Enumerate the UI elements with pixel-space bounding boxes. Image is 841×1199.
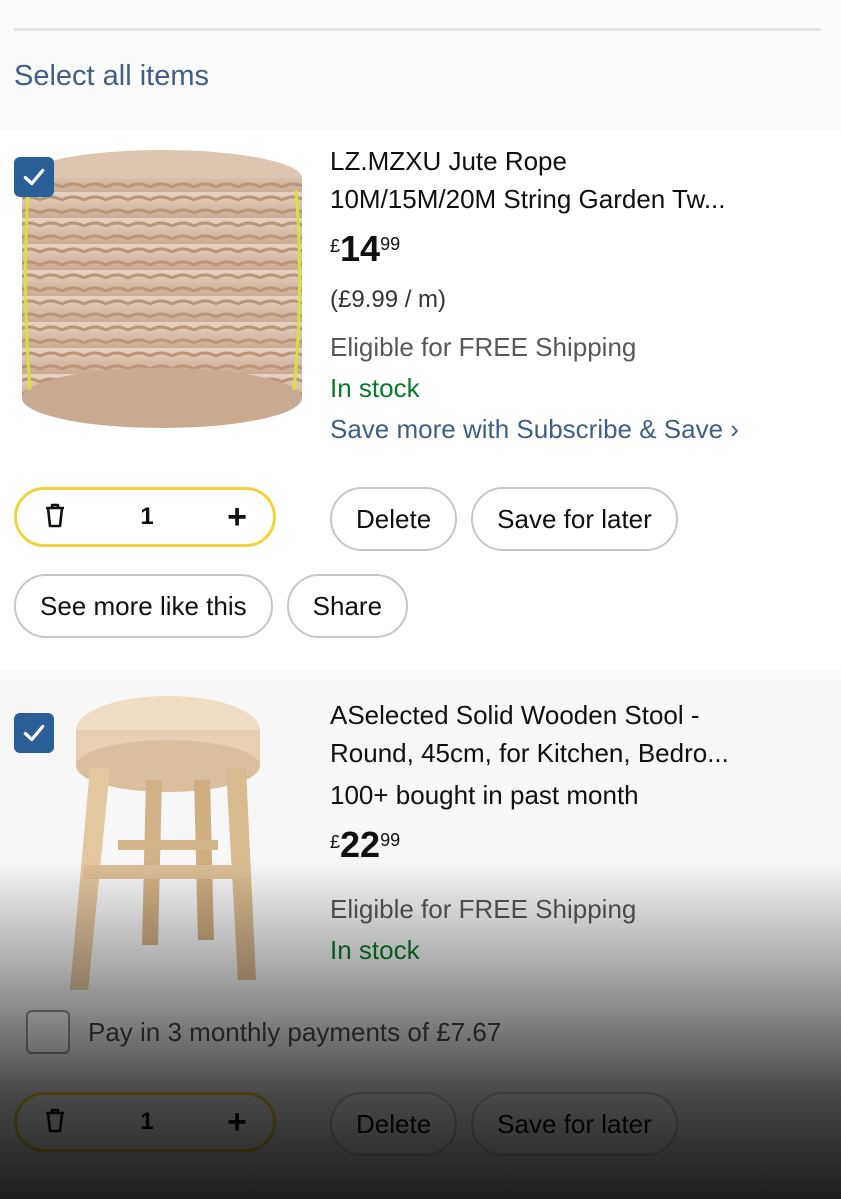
item-title-line: LZ.MZXU Jute Rope bbox=[330, 146, 567, 176]
item-checkbox[interactable] bbox=[14, 157, 54, 197]
stock-status: In stock bbox=[330, 373, 420, 403]
price-fraction: 99 bbox=[380, 234, 401, 254]
item-info: ASelected Solid Wooden Stool - Round, 45… bbox=[330, 696, 825, 966]
item-title[interactable]: ASelected Solid Wooden Stool - Round, 45… bbox=[330, 696, 825, 772]
price-whole: 14 bbox=[340, 228, 381, 269]
price-fraction: 99 bbox=[380, 830, 401, 850]
cart-page: Select all items LZ.MZXU Jute Rope 10M/1… bbox=[0, 0, 841, 1199]
checkmark-icon bbox=[23, 724, 45, 742]
item-title-line: 10M/15M/20M String Garden Tw... bbox=[330, 184, 726, 214]
cart-item: ASelected Solid Wooden Stool - Round, 45… bbox=[0, 680, 841, 1199]
plus-icon[interactable]: + bbox=[227, 1105, 247, 1139]
shipping-eligibility: Eligible for FREE Shipping bbox=[330, 894, 637, 924]
save-for-later-button[interactable]: Save for later bbox=[471, 1092, 678, 1156]
item-secondary-actions: See more like this Share bbox=[14, 574, 409, 638]
wooden-stool-image[interactable] bbox=[18, 690, 306, 990]
subscribe-save-link[interactable]: Save more with Subscribe & Save › bbox=[330, 414, 825, 445]
quantity-value: 1 bbox=[140, 503, 154, 530]
installment-checkbox[interactable] bbox=[26, 1010, 70, 1054]
installment-option: Pay in 3 monthly payments of £7.67 bbox=[26, 1010, 501, 1054]
item-price: £ 22 99 bbox=[330, 824, 825, 876]
price-currency: £ bbox=[330, 832, 341, 852]
item-checkbox[interactable] bbox=[14, 713, 54, 753]
see-more-like-this-button[interactable]: See more like this bbox=[14, 574, 273, 638]
item-title[interactable]: LZ.MZXU Jute Rope 10M/15M/20M String Gar… bbox=[330, 142, 825, 218]
item-title-line: Round, 45cm, for Kitchen, Bedro... bbox=[330, 738, 729, 768]
rope-coil-image[interactable] bbox=[18, 140, 306, 440]
unit-price: (£9.99 / m) bbox=[330, 286, 447, 313]
stock-status: In stock bbox=[330, 935, 420, 965]
plus-icon[interactable]: + bbox=[227, 500, 247, 534]
price-currency: £ bbox=[330, 236, 341, 256]
save-for-later-button[interactable]: Save for later bbox=[471, 487, 678, 551]
delete-button[interactable]: Delete bbox=[330, 1092, 458, 1156]
share-button[interactable]: Share bbox=[286, 574, 409, 638]
item-actions: 1 + Delete Save for later bbox=[14, 1092, 678, 1156]
installment-label: Pay in 3 monthly payments of £7.67 bbox=[88, 1016, 502, 1047]
trash-icon[interactable] bbox=[43, 502, 67, 533]
item-info: LZ.MZXU Jute Rope 10M/15M/20M String Gar… bbox=[330, 142, 825, 445]
select-all-link[interactable]: Select all items bbox=[14, 60, 209, 93]
item-title-line: ASelected Solid Wooden Stool - bbox=[330, 700, 700, 730]
quantity-value: 1 bbox=[140, 1108, 154, 1135]
delete-button[interactable]: Delete bbox=[330, 487, 458, 551]
checkmark-icon bbox=[23, 168, 45, 186]
quantity-stepper[interactable]: 1 + bbox=[14, 487, 276, 547]
cart-item: LZ.MZXU Jute Rope 10M/15M/20M String Gar… bbox=[0, 130, 841, 670]
shipping-eligibility: Eligible for FREE Shipping bbox=[330, 332, 637, 362]
divider bbox=[14, 28, 821, 31]
item-actions: 1 + Delete Save for later bbox=[14, 487, 678, 551]
bought-count: 100+ bought in past month bbox=[330, 780, 639, 810]
price-whole: 22 bbox=[340, 824, 381, 865]
item-price: £ 14 99 bbox=[330, 228, 825, 280]
trash-icon[interactable] bbox=[43, 1107, 67, 1138]
quantity-stepper[interactable]: 1 + bbox=[14, 1092, 276, 1152]
